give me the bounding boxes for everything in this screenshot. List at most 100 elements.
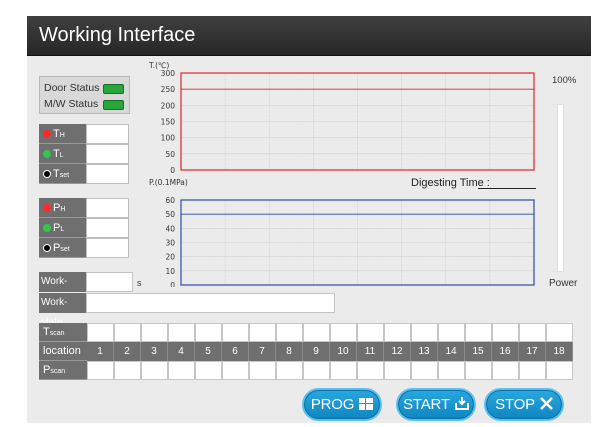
tset-row: Tset [39,164,129,184]
y-tick-label: 150 [161,118,176,127]
location-cell: 3 [141,342,168,361]
black-dot-icon [43,170,51,178]
location-cell: 4 [168,342,195,361]
location-cell: 16 [492,342,519,361]
pscan-cell [384,361,411,380]
tl-label: TL [39,144,86,164]
green-dot-icon [43,150,51,158]
pscan-cell [546,361,573,380]
pscan-cell [141,361,168,380]
red-dot-icon [43,130,51,138]
tscan-cell [303,323,330,342]
tscan-cell [276,323,303,342]
tscan-cell [384,323,411,342]
mw-status-label: M/W Status [44,98,99,110]
pscan-cell [222,361,249,380]
location-label: location [39,342,87,361]
stop-button[interactable]: STOP [484,388,564,421]
tscan-cell [465,323,492,342]
black-dot-icon [43,244,51,252]
download-tray-icon [454,391,469,420]
tscan-cell [141,323,168,342]
pscan-cell [114,361,141,380]
location-cell: 7 [249,342,276,361]
start-button[interactable]: START [396,388,476,421]
pscan-cell [411,361,438,380]
pressure-unit-label: P.(0.1MPa) [149,178,188,187]
pressure-grid [181,200,534,285]
pscan-cell [492,361,519,380]
y-tick-label: 20 [165,253,175,262]
pscan-cell [249,361,276,380]
prog-button[interactable]: PROG [302,388,382,421]
ph-row: PH [39,198,129,218]
y-tick-label: 250 [161,85,176,94]
pscan-cell [195,361,222,380]
location-cell: 12 [384,342,411,361]
pscan-cell [303,361,330,380]
pset-row: Pset [39,238,129,258]
pscan-cell [87,361,114,380]
th-value [86,124,129,144]
tscan-cell [519,323,546,342]
temperature-chart: T.(℃) 300250200150100500 [148,61,535,173]
tset-input[interactable] [86,164,129,184]
stop-button-label: STOP [495,396,535,413]
pressure-ticks: 60 50 40 30 20 10 0 [165,196,175,287]
working-interface-window: Working Interface Door Status M/W Status… [27,16,591,423]
pl-value [86,218,129,238]
title-bar: Working Interface [27,16,591,56]
location-cell: 9 [303,342,330,361]
y-tick-label: 30 [165,239,175,248]
tscan-label: Tscan [39,323,87,342]
pscan-cell [465,361,492,380]
th-label: TH [39,124,86,144]
y-tick-label: 300 [161,69,176,78]
work-state-label: Work-state [39,293,86,328]
pl-label: PL [39,218,86,238]
tscan-cell [222,323,249,342]
tscan-cell [168,323,195,342]
y-tick-label: 0 [170,281,175,287]
door-status-label: Door Status [44,82,100,94]
y-tick-label: 50 [165,150,175,159]
work-time-unit: s [137,278,142,288]
location-cell: 18 [546,342,573,361]
tscan-cell [411,323,438,342]
power-max-label: 100% [552,75,577,86]
pset-input[interactable] [86,238,129,258]
location-cell: 17 [519,342,546,361]
green-dot-icon [43,224,51,232]
location-cell: 2 [114,342,141,361]
tscan-cell [195,323,222,342]
tscan-cell [438,323,465,342]
pscan-cell [330,361,357,380]
close-icon [540,391,553,420]
y-tick-label: 40 [165,224,175,233]
location-cell: 5 [195,342,222,361]
location-cell: 1 [87,342,114,361]
ph-label: PH [39,198,86,218]
y-tick-label: 200 [161,101,176,110]
tscan-cell [492,323,519,342]
location-cell: 10 [330,342,357,361]
tscan-cell [546,323,573,342]
tl-row: TL [39,144,129,164]
prog-button-label: PROG [310,396,355,413]
windows-icon [359,391,374,420]
tscan-cell [114,323,141,342]
temperature-group: TH TL Tset [39,124,129,188]
power-label: Power [549,278,578,289]
y-tick-label: 50 [165,210,175,219]
work-time-value [86,272,133,292]
pscan-cell [168,361,195,380]
mw-status-led [103,100,124,110]
tscan-cell [357,323,384,342]
tscan-cell [249,323,276,342]
window-title: Working Interface [39,24,196,46]
location-cell: 11 [357,342,384,361]
y-tick-label: 60 [165,196,175,205]
status-panel: Door Status M/W Status [39,76,130,114]
red-dot-icon [43,204,51,212]
pscan-label: Pscan [39,361,87,380]
